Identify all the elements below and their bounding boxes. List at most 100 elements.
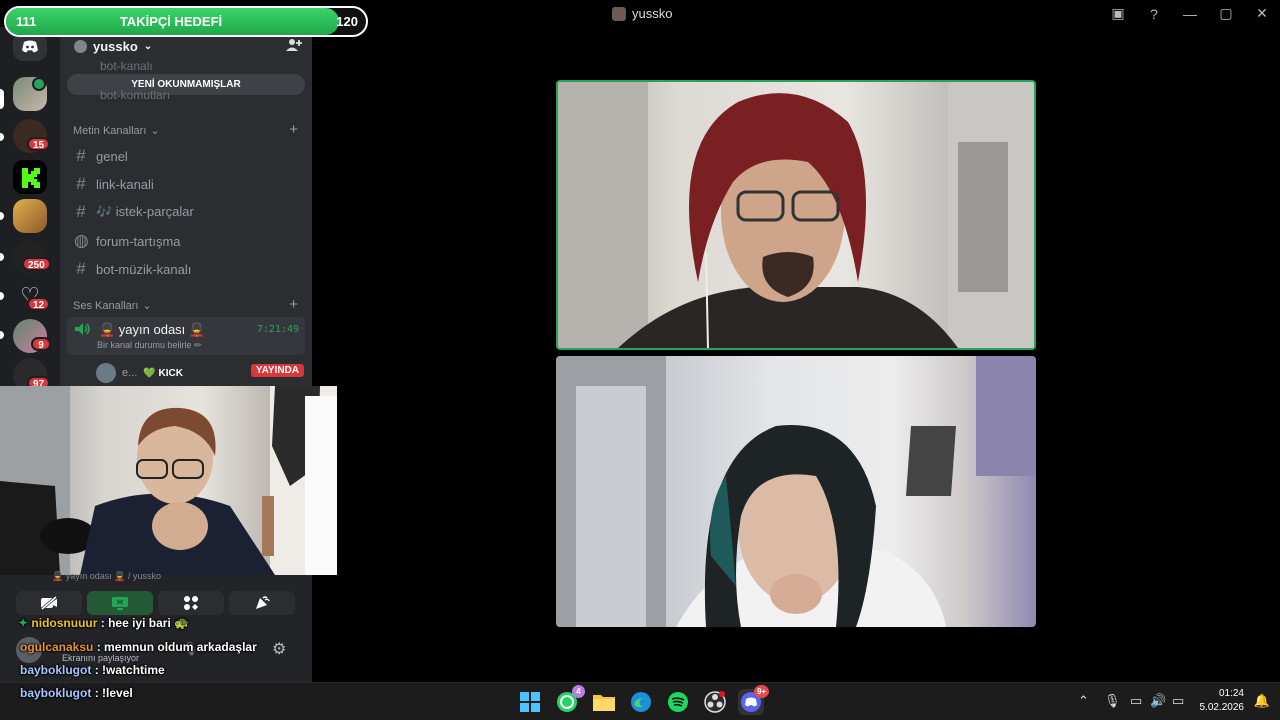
battery-icon[interactable]: ▭ xyxy=(1172,693,1184,709)
channel-link-kanali[interactable]: # link-kanali xyxy=(74,174,154,194)
chat-message: bayboklugot : !watchtime xyxy=(20,663,165,677)
volume-icon[interactable]: 🔊 xyxy=(1150,693,1166,709)
chat-username: nidosnuuur xyxy=(31,616,98,630)
chat-message: ogulcanaksu : memnun oldum arkadaşlar xyxy=(20,640,257,654)
voice-timer: 7:21:49 xyxy=(256,324,299,335)
clock-time: 01:24 xyxy=(1218,688,1244,699)
unread-pill xyxy=(0,292,4,300)
channel-bot-muzik-kanali[interactable]: # bot-müzik-kanalı xyxy=(74,259,191,279)
avatar xyxy=(96,363,116,383)
edge-icon[interactable] xyxy=(628,689,654,715)
settings-gear-icon[interactable]: ⚙ xyxy=(272,639,286,659)
voice-channel-name: 💂 yayın odası 💂 xyxy=(99,322,206,337)
category-label: Metin Kanalları xyxy=(73,124,147,137)
voice-channel-yayin-odasi[interactable]: 💂 yayın odası 💂 7:21:49 Bir kanal durumu… xyxy=(67,317,305,355)
soundboard-icon xyxy=(256,596,270,609)
maximize-button[interactable]: ▢ xyxy=(1208,0,1244,27)
channel-istek-parcalar[interactable]: # 🎶 istek-parçalar xyxy=(74,202,194,222)
sparkle-icon: ✦ xyxy=(18,616,29,630)
channel-sidebar: yussko ⌄ bot-kanalı YENİ OKUNMAMIŞLAR bo… xyxy=(60,27,312,387)
discord-home-icon[interactable] xyxy=(13,33,47,61)
system-clock[interactable]: 01:24 5.02.2026 xyxy=(1200,687,1245,715)
video-tile-speaking[interactable] xyxy=(556,80,1036,350)
hash-icon: # xyxy=(76,259,86,278)
chat-text: : !watchtime xyxy=(94,663,165,677)
follower-goal-bar: 111 TAKİPÇİ HEDEFİ 120 xyxy=(4,6,368,37)
invite-user-icon[interactable] xyxy=(286,38,302,55)
notification-bell-icon[interactable]: 🔔 xyxy=(1254,693,1270,709)
activities-button[interactable] xyxy=(158,591,224,615)
category-label: Ses Kanalları xyxy=(73,299,139,312)
close-button[interactable]: ✕ xyxy=(1244,0,1280,27)
camera-off-button[interactable] xyxy=(16,591,82,615)
discord-badge: 9+ xyxy=(754,685,769,698)
chevron-down-icon: ⌄ xyxy=(150,125,160,137)
server-badge: 9 xyxy=(31,337,51,351)
video-tile[interactable] xyxy=(556,356,1036,627)
goal-title: TAKİPÇİ HEDEFİ xyxy=(119,14,223,29)
selected-server-pill xyxy=(0,89,4,109)
chat-text: : memnun oldum arkadaşlar xyxy=(96,640,257,654)
window-title-text: yussko xyxy=(632,6,673,21)
minimize-button[interactable]: — xyxy=(1172,0,1208,27)
server-badge: 250 xyxy=(22,257,51,271)
hash-icon: # xyxy=(76,174,86,193)
microphone-tray-icon[interactable]: 🎙 xyxy=(1104,693,1121,709)
windows-taskbar: 4 9+ ⌃ 🎙 ▭ 🔊 ▭ 01:24 5.02.2026 🔔 xyxy=(0,682,1280,720)
discord-taskbar-icon[interactable]: 9+ xyxy=(738,685,769,715)
channel-forum-tartisma[interactable]: ◍ forum-tartışma xyxy=(74,231,181,251)
add-channel-icon[interactable]: + xyxy=(289,121,298,138)
screen: yussko ▣ ? — ▢ ✕ 15 250 ♡ 12 9 97 yussko… xyxy=(0,0,1280,720)
participant-video xyxy=(556,356,1036,627)
chevron-down-icon: ⌄ xyxy=(142,300,152,312)
screen-share-button[interactable] xyxy=(87,591,153,615)
inbox-icon[interactable]: ▣ xyxy=(1100,0,1136,27)
channel-genel[interactable]: # genel xyxy=(74,146,128,166)
hash-icon: # xyxy=(76,202,86,221)
server-gear-icon xyxy=(74,40,87,53)
window-title: yussko xyxy=(612,6,672,21)
add-channel-icon[interactable]: + xyxy=(289,296,298,313)
voice-connection-text: 💂 yayın odası 💂 / yussko xyxy=(52,571,161,581)
webcam-image xyxy=(0,386,337,575)
channel-status-prompt[interactable]: Bir kanal durumu belirle ✏ xyxy=(97,340,202,351)
file-explorer-icon[interactable] xyxy=(591,689,617,715)
ghost-channel: bot-kanalı xyxy=(100,59,153,73)
text-category[interactable]: Metin Kanalları ⌄ xyxy=(73,124,160,138)
whatsapp-icon[interactable]: 4 xyxy=(554,685,585,715)
network-icon[interactable]: ▭ xyxy=(1130,693,1142,709)
channel-label: genel xyxy=(96,148,128,164)
unread-pill xyxy=(0,253,4,261)
member-name: e... xyxy=(122,367,138,379)
unread-pill xyxy=(0,212,4,220)
whatsapp-badge: 4 xyxy=(572,685,585,698)
kick-tag: 💚 KICK xyxy=(143,367,183,379)
forum-icon: ◍ xyxy=(74,231,89,250)
server-icon-4[interactable] xyxy=(13,199,47,233)
server-icon-kick[interactable] xyxy=(13,160,47,194)
soundboard-button[interactable] xyxy=(229,591,295,615)
window-controls: ▣ ? — ▢ ✕ xyxy=(1100,0,1280,27)
hash-icon: # xyxy=(76,146,86,165)
channel-label: 🎶 istek-parçalar xyxy=(96,204,194,219)
camera-off-icon xyxy=(41,596,57,610)
user-avatar-icon xyxy=(612,6,626,21)
channel-label: forum-tartışma xyxy=(96,233,181,249)
chat-username: bayboklugot xyxy=(20,686,92,700)
server-name-header[interactable]: yussko ⌄ xyxy=(74,39,152,54)
voice-member[interactable]: e... 💚 KICK xyxy=(96,363,183,383)
goal-target: 120 xyxy=(336,14,358,29)
chevron-down-icon: ⌄ xyxy=(143,41,153,52)
spotify-icon[interactable] xyxy=(665,689,691,715)
tray-expand-icon[interactable]: ⌃ xyxy=(1078,693,1089,709)
voice-category[interactable]: Ses Kanalları ⌄ xyxy=(73,299,152,313)
clock-date: 5.02.2026 xyxy=(1199,702,1245,713)
obs-icon[interactable] xyxy=(702,689,728,715)
channel-label: link-kanali xyxy=(96,176,154,192)
participant-video xyxy=(558,82,1034,348)
chat-message: bayboklugot : !level xyxy=(20,686,133,700)
server-badge: 12 xyxy=(27,297,51,311)
chat-username: ogulcanaksu xyxy=(20,640,94,654)
windows-start-icon[interactable] xyxy=(517,689,543,715)
help-icon[interactable]: ? xyxy=(1136,0,1172,27)
